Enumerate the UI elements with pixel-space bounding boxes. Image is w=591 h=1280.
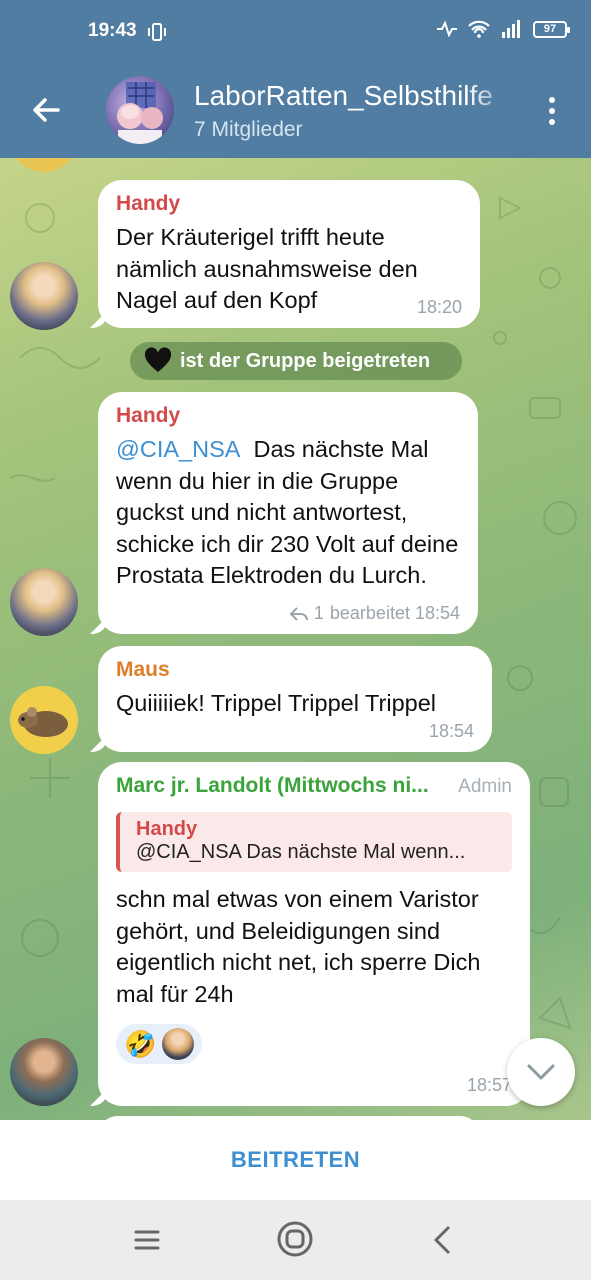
message-text: @CIA_NSA Das nächste Mal wenn du hier in… [116,434,460,592]
system-navbar [0,1200,591,1280]
admin-badge: Admin [458,776,512,797]
reply-sender: Handy [136,818,198,840]
battery-icon: 97 [533,20,570,38]
chat-area[interactable]: Handy Der Kräuterigel trifft heute nämli… [0,158,591,1120]
message-time: 18:54 [428,721,474,741]
wifi-icon [468,20,490,38]
message-bubble[interactable]: Handy Der Kräuterigel trifft heute nämli… [98,180,480,328]
scroll-down-button[interactable] [507,1038,575,1106]
reply-count[interactable]: 1 [314,603,324,624]
message-bubble[interactable]: Marc jr. Landolt (Mittwochs ni... Admin … [98,762,530,1106]
reaction-user-avatar [162,1028,195,1060]
group-avatar[interactable] [106,76,174,144]
home-icon[interactable] [276,1220,314,1258]
activity-icon [437,21,457,37]
message-text: schn mal etwas von einem Varistor gehört… [116,886,481,1007]
mention-link[interactable]: @CIA_NSA [116,436,240,462]
avatar-marc[interactable] [10,1038,78,1106]
reply-text: @CIA_NSA Das nächste Mal wenn... [136,841,466,863]
avatar-handy[interactable] [10,568,78,636]
message-bubble[interactable]: Maus Quiiiiiek! Trippel Trippel Trippel … [98,646,492,752]
menu-icon[interactable] [134,1226,160,1254]
group-title[interactable]: LaborRatten_Selbsthilfe [194,80,516,112]
reaction-chip[interactable]: 🤣 [116,1024,203,1064]
status-time: 19:43 [88,20,137,41]
status-bar: 19:43 97 [0,0,591,62]
sender-name[interactable]: Maus [116,658,474,682]
vibrate-icon [148,23,166,41]
reply-preview[interactable]: Handy @CIA_NSA Das nächste Mal wenn... [116,812,512,872]
service-text: ist der Gruppe beigetreten [180,349,431,372]
join-bar: BEITRETEN [0,1120,591,1200]
more-vert-icon[interactable] [537,94,567,128]
nav-back-icon[interactable] [432,1224,452,1256]
sender-name[interactable]: Handy [116,192,462,216]
back-arrow-icon[interactable] [24,88,68,132]
sender-name[interactable]: Handy [116,404,460,428]
service-message: ist der Gruppe beigetreten [130,342,462,380]
member-count: 7 Mitglieder [194,118,303,141]
laughing-emoji: 🤣 [124,1028,157,1059]
scroll-down-icon [527,1064,555,1080]
black-heart-icon [144,347,172,372]
sender-name[interactable]: Marc jr. Landolt (Mittwochs ni... [116,774,429,798]
join-button[interactable]: BEITRETEN [231,1147,360,1173]
message-bubble[interactable]: Handy @CIA_NSA Das nächste Mal wenn du h… [98,392,478,634]
avatar-handy[interactable] [10,262,78,330]
message-time: 18:20 [416,297,462,317]
message-text: Der Kräuterigel trifft heute nämlich aus… [116,224,418,313]
reply-arrow-icon [289,606,308,621]
edited-time: bearbeitet 18:54 [329,603,460,623]
status-icons: 97 [437,20,570,38]
chat-header: LaborRatten_Selbsthilfe 7 Mitglieder [0,62,591,158]
message-meta: 1 bearbeitet 18:54 [289,603,460,624]
avatar-maus[interactable] [10,686,78,754]
message-text: Quiiiiiek! Trippel Trippel Trippel [116,690,436,716]
message-time: 18:57 [466,1075,512,1095]
signal-icon [502,20,520,38]
